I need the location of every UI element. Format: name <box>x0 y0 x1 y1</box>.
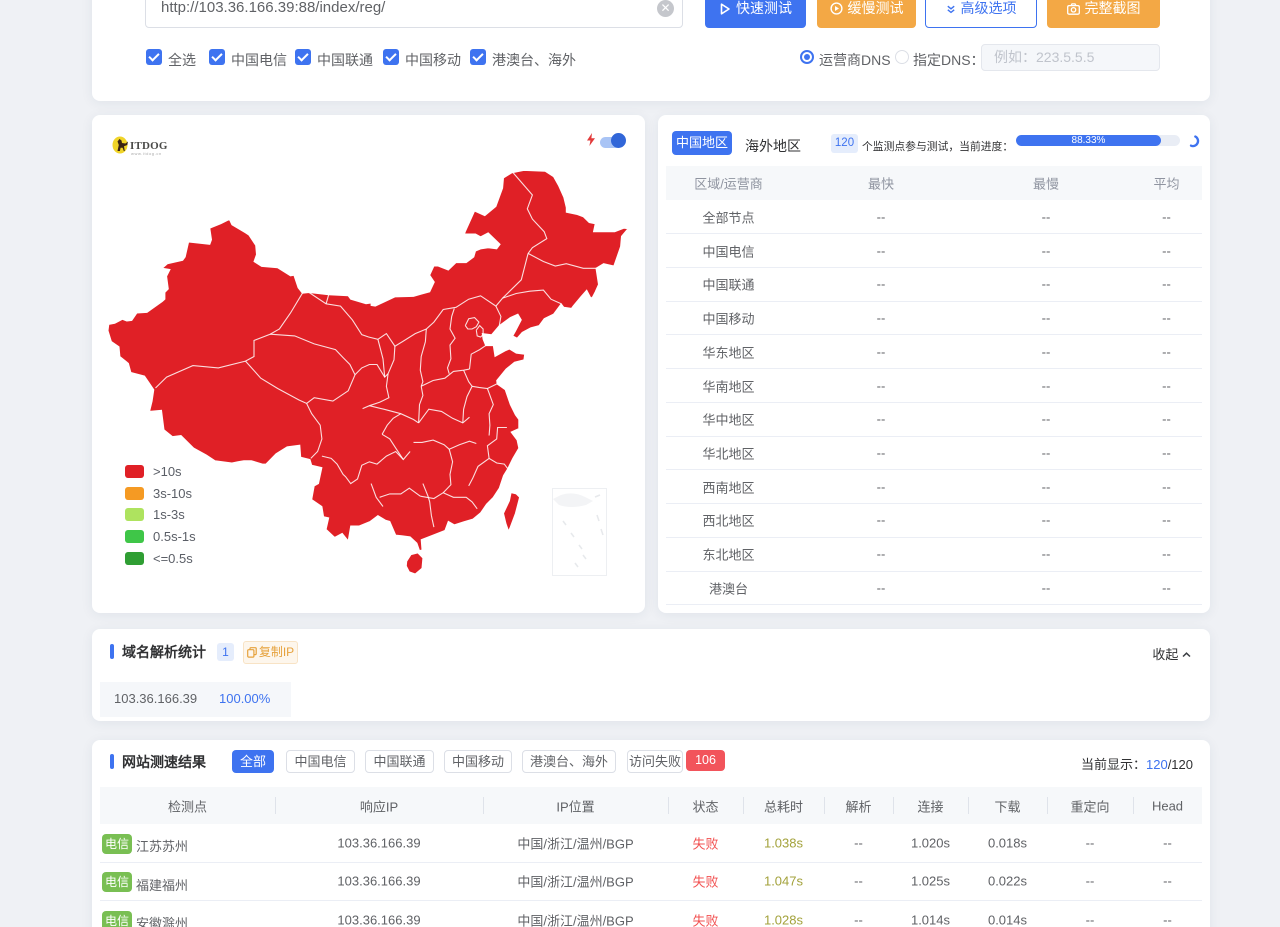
svg-text:www.itdog.cn: www.itdog.cn <box>131 151 162 156</box>
